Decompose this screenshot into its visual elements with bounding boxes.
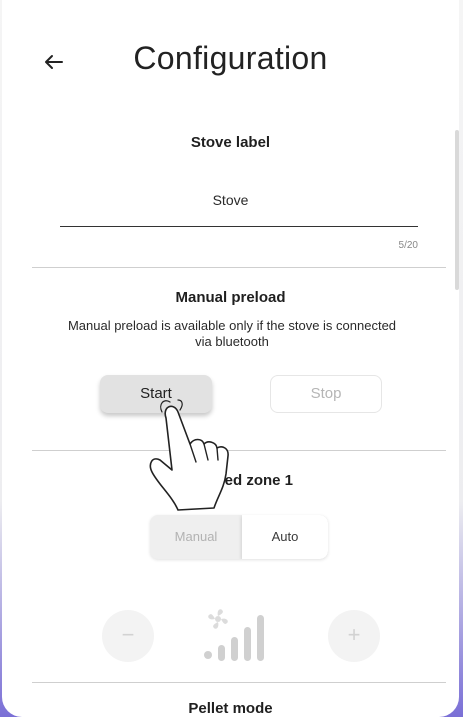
section-divider: [32, 682, 446, 683]
fan-mode-toggle[interactable]: Manual Auto: [150, 515, 328, 559]
stop-button[interactable]: Stop: [270, 375, 382, 413]
stove-label-input[interactable]: Stove: [2, 192, 459, 208]
device-frame: Configuration Stove label Stove 5/20 Man…: [0, 0, 463, 717]
decrease-fan-button[interactable]: −: [102, 610, 154, 662]
app-screen: Configuration Stove label Stove 5/20 Man…: [2, 0, 459, 717]
section-divider: [32, 267, 446, 268]
mode-auto-option[interactable]: Auto: [242, 515, 328, 559]
fan-speed-zone-title: Fan speed zone 1: [167, 472, 294, 489]
scrollbar[interactable]: [455, 130, 459, 290]
mode-manual-option[interactable]: Manual: [150, 515, 242, 559]
app-bar: Configuration: [2, 0, 459, 120]
page-title: Configuration: [133, 40, 328, 76]
stove-label-title: Stove label: [190, 134, 271, 151]
start-button[interactable]: Start: [100, 375, 212, 413]
fan-speed-level-icon: [204, 609, 264, 661]
input-underline: [60, 226, 418, 227]
tap-gesture-hand-icon: [149, 399, 229, 511]
increase-fan-button[interactable]: +: [328, 610, 380, 662]
fan-icon: [208, 609, 228, 629]
manual-preload-description: Manual preload is available only if the …: [67, 318, 397, 349]
section-divider: [32, 450, 446, 451]
character-counter: 5/20: [398, 240, 418, 251]
pellet-mode-title: Pellet mode: [188, 700, 273, 717]
manual-preload-title: Manual preload: [175, 289, 286, 306]
